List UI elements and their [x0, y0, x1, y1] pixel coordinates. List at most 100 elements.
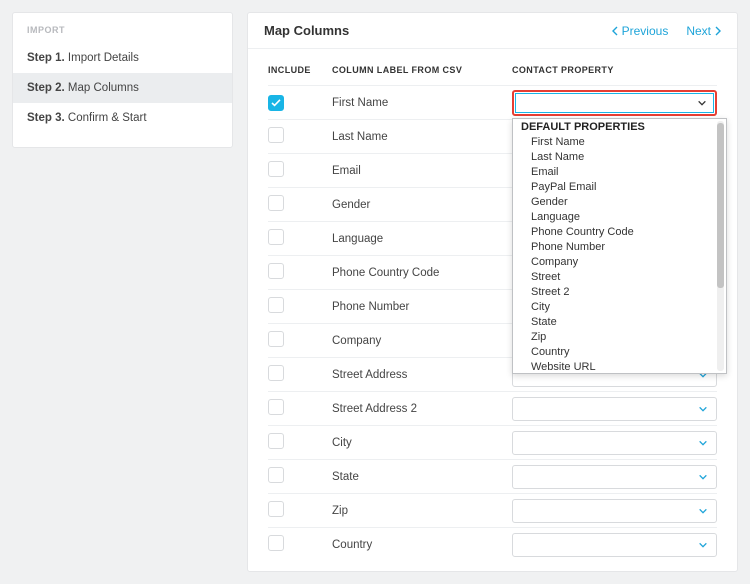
import-sidebar: IMPORT Step 1. Import DetailsStep 2. Map… [12, 12, 233, 148]
cell-include [268, 195, 332, 214]
th-property: CONTACT PROPERTY [512, 65, 717, 75]
cell-csv-label: City [332, 437, 512, 449]
dropdown-option[interactable]: Zip [513, 330, 726, 345]
dropdown-option[interactable]: Street [513, 270, 726, 285]
sidebar-step-2[interactable]: Step 2. Map Columns [13, 73, 232, 103]
dropdown-scrollbar[interactable] [717, 121, 724, 371]
dropdown-option[interactable]: Phone Country Code [513, 225, 726, 240]
cell-include [268, 331, 332, 350]
include-checkbox[interactable] [268, 161, 284, 177]
dropdown-option[interactable]: PayPal Email [513, 180, 726, 195]
previous-link[interactable]: Previous [612, 24, 669, 38]
include-checkbox[interactable] [268, 433, 284, 449]
sidebar-step-1[interactable]: Step 1. Import Details [13, 43, 232, 73]
sidebar-step-3[interactable]: Step 3. Confirm & Start [13, 103, 232, 133]
property-dropdown: DEFAULT PROPERTIESFirst NameLast NameEma… [512, 118, 727, 374]
include-checkbox[interactable] [268, 399, 284, 415]
table-row: City [268, 425, 717, 459]
table-row: Country [268, 527, 717, 561]
sidebar-title: IMPORT [13, 25, 232, 43]
cell-csv-label: Street Address 2 [332, 403, 512, 415]
dropdown-option[interactable]: State [513, 315, 726, 330]
chevron-down-icon [698, 438, 708, 448]
cell-include [268, 433, 332, 452]
chevron-down-icon [698, 506, 708, 516]
step-bold: Step 3. [27, 112, 65, 124]
cell-include [268, 365, 332, 384]
contact-property-select[interactable]: DEFAULT PROPERTIESFirst NameLast NameEma… [512, 90, 717, 116]
panel-header: Map Columns Previous Next [248, 13, 737, 49]
cell-property [512, 499, 717, 523]
cell-property: DEFAULT PROPERTIESFirst NameLast NameEma… [512, 90, 717, 116]
cell-include [268, 127, 332, 146]
cell-include [268, 263, 332, 282]
include-checkbox[interactable] [268, 365, 284, 381]
include-checkbox[interactable] [268, 95, 284, 111]
include-checkbox[interactable] [268, 263, 284, 279]
contact-property-select[interactable] [512, 397, 717, 421]
previous-label: Previous [622, 24, 669, 38]
chevron-down-icon [697, 98, 707, 108]
dropdown-option[interactable]: Website URL [513, 360, 726, 374]
dropdown-option[interactable]: Gender [513, 195, 726, 210]
cell-csv-label: Language [332, 233, 512, 245]
th-label: COLUMN LABEL FROM CSV [332, 65, 512, 75]
cell-include [268, 535, 332, 554]
dropdown-option[interactable]: Email [513, 165, 726, 180]
cell-csv-label: Gender [332, 199, 512, 211]
cell-include [268, 467, 332, 486]
table-row: State [268, 459, 717, 493]
chevron-down-icon [698, 540, 708, 550]
step-label: Import Details [68, 52, 139, 64]
next-label: Next [686, 24, 711, 38]
cell-csv-label: Phone Number [332, 301, 512, 313]
include-checkbox[interactable] [268, 501, 284, 517]
include-checkbox[interactable] [268, 195, 284, 211]
dropdown-option[interactable]: Last Name [513, 150, 726, 165]
chevron-right-icon [715, 26, 721, 36]
include-checkbox[interactable] [268, 331, 284, 347]
dropdown-option[interactable]: Street 2 [513, 285, 726, 300]
table-row: Street Address 2 [268, 391, 717, 425]
dropdown-option[interactable]: Language [513, 210, 726, 225]
cell-csv-label: First Name [332, 97, 512, 109]
dropdown-option[interactable]: First Name [513, 135, 726, 150]
th-include: INCLUDE [268, 65, 332, 75]
contact-property-select[interactable] [512, 465, 717, 489]
cell-include [268, 95, 332, 111]
step-bold: Step 1. [27, 52, 65, 64]
chevron-down-icon [698, 404, 708, 414]
cell-property [512, 431, 717, 455]
cell-csv-label: Zip [332, 505, 512, 517]
step-label: Map Columns [68, 82, 139, 94]
cell-property [512, 397, 717, 421]
cell-include [268, 297, 332, 316]
cell-csv-label: Phone Country Code [332, 267, 512, 279]
contact-property-select[interactable] [512, 533, 717, 557]
table-header: INCLUDE COLUMN LABEL FROM CSV CONTACT PR… [268, 57, 717, 85]
dropdown-option[interactable]: Country [513, 345, 726, 360]
include-checkbox[interactable] [268, 127, 284, 143]
dropdown-option[interactable]: Company [513, 255, 726, 270]
include-checkbox[interactable] [268, 535, 284, 551]
dropdown-option[interactable]: Phone Number [513, 240, 726, 255]
include-checkbox[interactable] [268, 229, 284, 245]
contact-property-select[interactable] [512, 499, 717, 523]
contact-property-select[interactable] [512, 431, 717, 455]
include-checkbox[interactable] [268, 297, 284, 313]
mapping-table: INCLUDE COLUMN LABEL FROM CSV CONTACT PR… [248, 49, 737, 561]
page-title: Map Columns [264, 23, 349, 38]
table-row: First NameDEFAULT PROPERTIESFirst NameLa… [268, 85, 717, 119]
scrollbar-thumb[interactable] [717, 123, 724, 288]
cell-property [512, 465, 717, 489]
next-link[interactable]: Next [686, 24, 721, 38]
dropdown-option[interactable]: City [513, 300, 726, 315]
step-bold: Step 2. [27, 82, 65, 94]
cell-include [268, 399, 332, 418]
chevron-down-icon [698, 472, 708, 482]
include-checkbox[interactable] [268, 467, 284, 483]
cell-csv-label: Email [332, 165, 512, 177]
step-label: Confirm & Start [68, 112, 147, 124]
cell-csv-label: Street Address [332, 369, 512, 381]
cell-csv-label: Country [332, 539, 512, 551]
